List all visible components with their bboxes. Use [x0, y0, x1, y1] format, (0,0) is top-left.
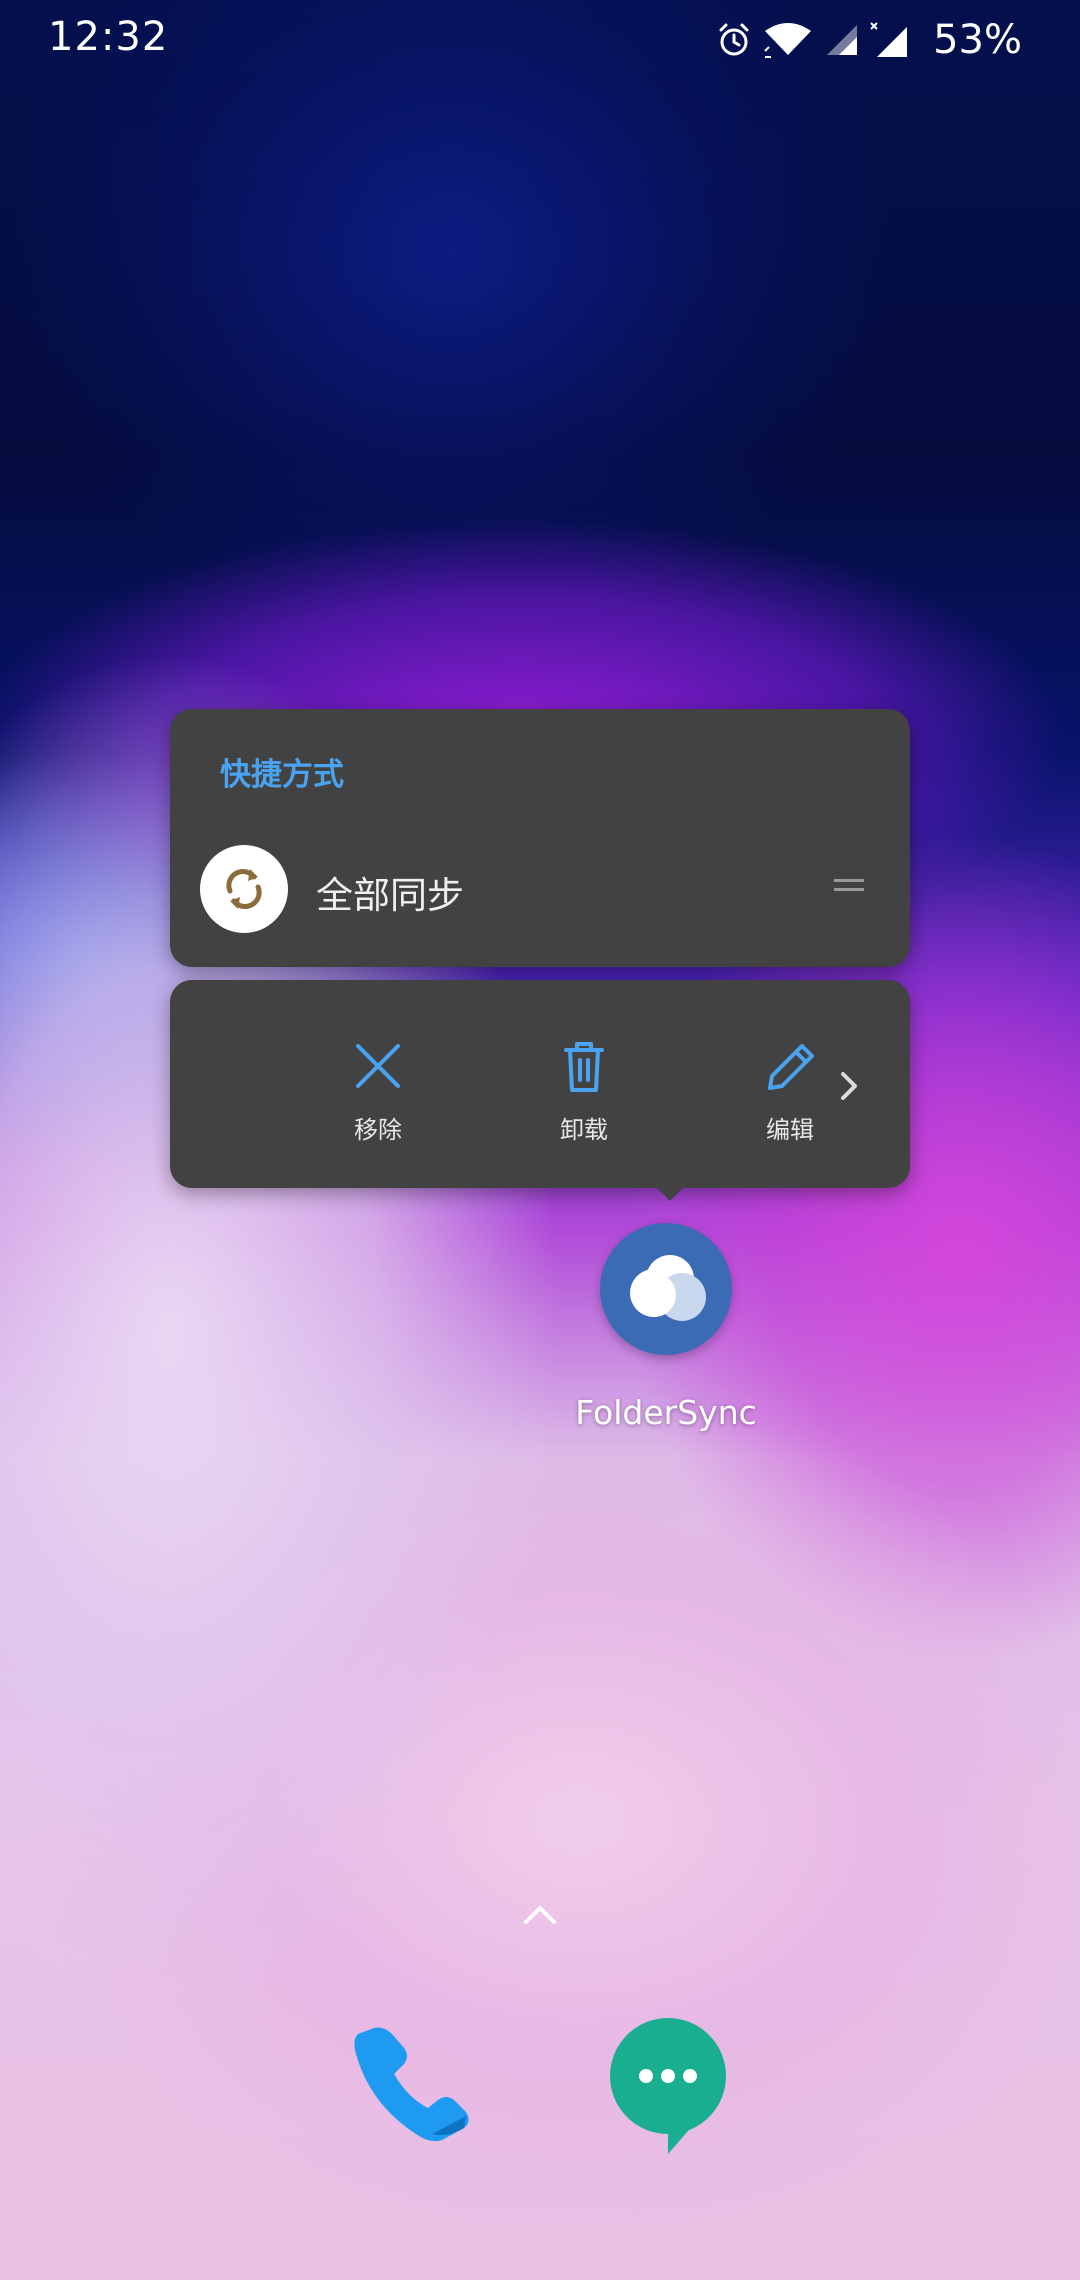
pencil-icon — [768, 1044, 814, 1090]
battery-percentage: 53% — [933, 17, 1022, 63]
close-icon — [356, 1044, 400, 1088]
shortcut-item-sync-all[interactable]: 全部同步 — [170, 829, 910, 949]
status-icons: 53% — [715, 16, 1022, 64]
popup-pointer — [656, 1187, 684, 1201]
remove-button[interactable]: 移除 — [318, 1036, 438, 1156]
shortcut-header: 快捷方式 — [220, 757, 344, 793]
home-screen: 12:32 53% 快捷方式 全部同步 移除 卸载 编辑 FolderSync — [0, 0, 1080, 2280]
status-time: 12:32 — [48, 14, 169, 60]
app-name-label: FolderSync — [575, 1393, 757, 1432]
edit-button[interactable]: 编辑 — [730, 1036, 850, 1156]
uninstall-label: 卸载 — [560, 1116, 608, 1144]
remove-label: 移除 — [354, 1116, 402, 1144]
trash-icon — [564, 1042, 604, 1092]
phone-icon[interactable] — [348, 2020, 478, 2150]
foldersync-app-icon[interactable] — [600, 1223, 732, 1355]
shortcut-popup: 快捷方式 全部同步 — [170, 709, 910, 967]
app-actions-popup: 移除 卸载 编辑 — [170, 980, 910, 1188]
cloud-icon — [630, 1255, 706, 1321]
signal-no-service-icon — [870, 22, 908, 57]
uninstall-button[interactable]: 卸载 — [524, 1036, 644, 1156]
wifi-icon — [764, 23, 812, 58]
shortcut-label: 全部同步 — [316, 874, 464, 917]
chevron-right-icon[interactable] — [834, 1066, 864, 1106]
sync-icon — [200, 845, 288, 933]
chevron-up-icon[interactable] — [520, 1900, 560, 1930]
status-bar: 12:32 53% — [0, 0, 1080, 80]
edit-label: 编辑 — [766, 1116, 814, 1144]
alarm-icon — [719, 23, 749, 56]
messages-icon[interactable] — [608, 2016, 728, 2156]
signal-icon — [827, 25, 858, 55]
drag-handle-icon[interactable] — [834, 879, 864, 893]
